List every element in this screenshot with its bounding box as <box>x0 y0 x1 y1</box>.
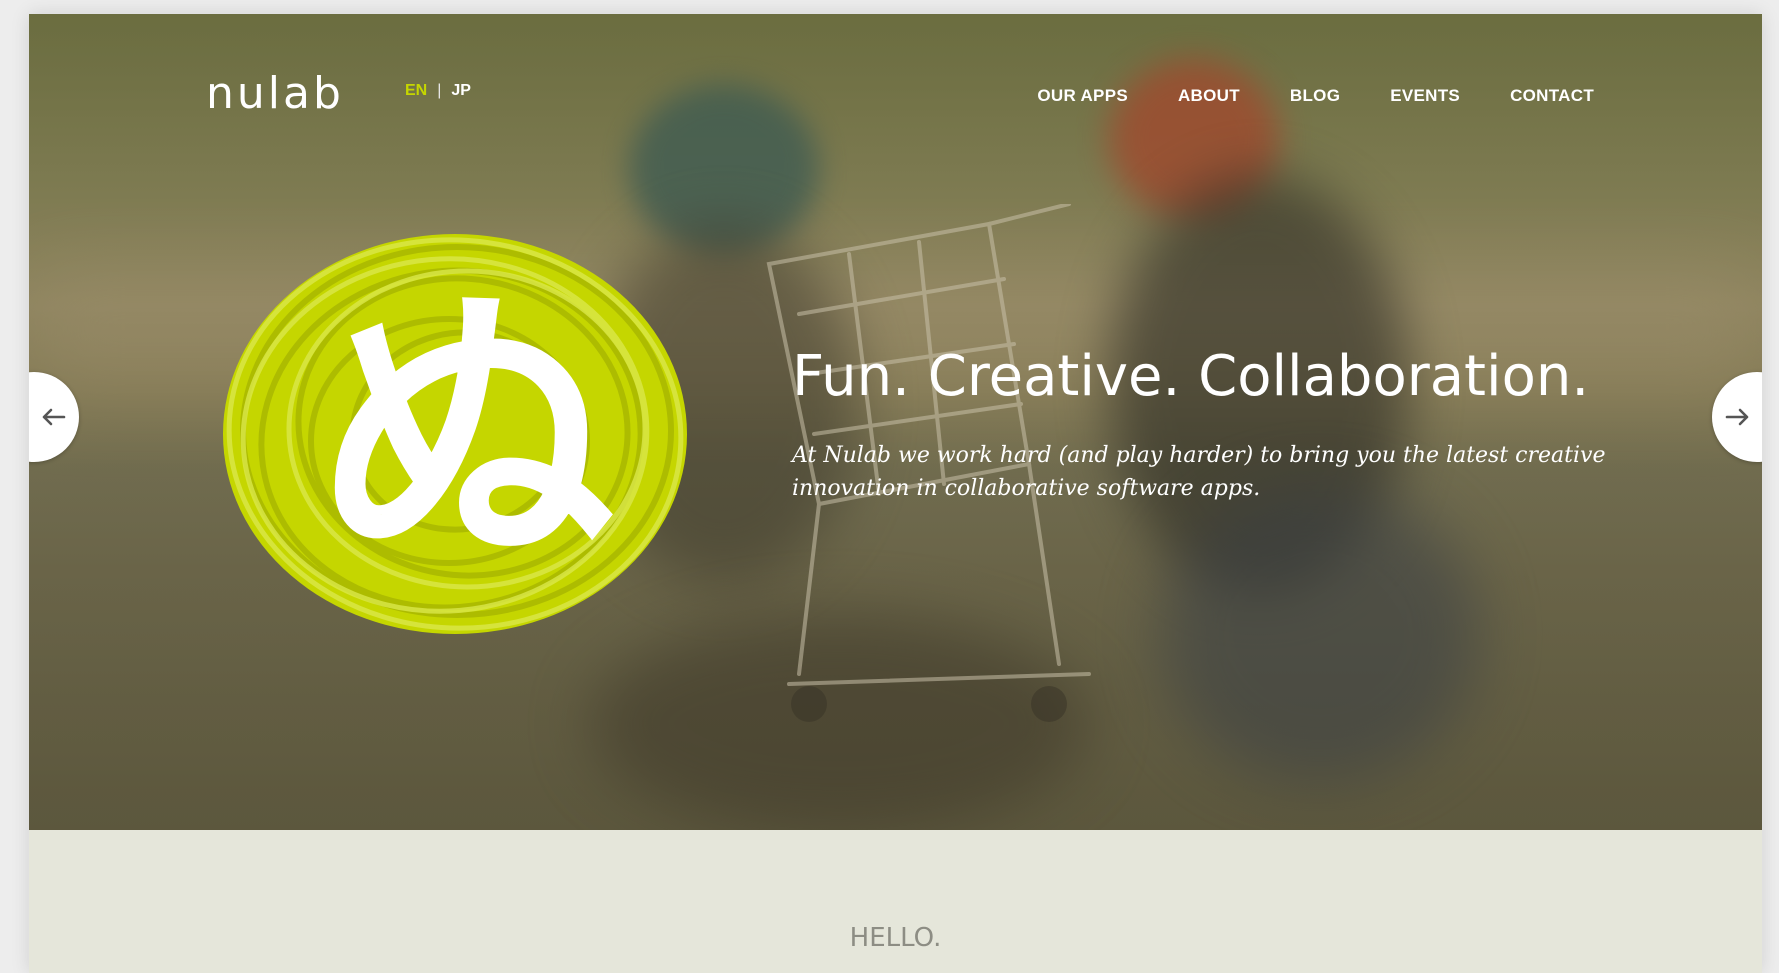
emblem-glyph: ぬ <box>317 259 617 608</box>
lang-jp[interactable]: JP <box>451 82 471 100</box>
nav-about[interactable]: ABOUT <box>1178 86 1240 106</box>
nav-blog[interactable]: BLOG <box>1290 86 1340 106</box>
hero-slider: nulab EN | JP OUR APPS ABOUT BLOG EVENTS… <box>29 14 1762 830</box>
top-navigation: nulab EN | JP OUR APPS ABOUT BLOG EVENTS… <box>29 14 1762 134</box>
nav-our-apps[interactable]: OUR APPS <box>1037 86 1128 106</box>
intro-section: HELLO. <box>29 830 1762 973</box>
nav-events[interactable]: EVENTS <box>1390 86 1460 106</box>
lang-separator: | <box>437 82 442 99</box>
browser-page: nulab EN | JP OUR APPS ABOUT BLOG EVENTS… <box>29 14 1762 973</box>
nulab-scribble-emblem: ぬ <box>223 234 687 634</box>
hero-headline: Fun. Creative. Collaboration. <box>792 344 1590 409</box>
main-menu: OUR APPS ABOUT BLOG EVENTS CONTACT <box>1037 86 1594 106</box>
intro-eyebrow: HELLO. <box>849 923 942 953</box>
hero-subtext: At Nulab we work hard (and play harder) … <box>792 443 1606 501</box>
language-switcher: EN | JP <box>405 82 471 100</box>
arrow-right-icon <box>1725 408 1749 426</box>
nulab-logo[interactable]: nulab <box>206 72 344 116</box>
lang-en[interactable]: EN <box>405 82 427 100</box>
arrow-left-icon <box>42 408 66 426</box>
nav-contact[interactable]: CONTACT <box>1510 86 1594 106</box>
